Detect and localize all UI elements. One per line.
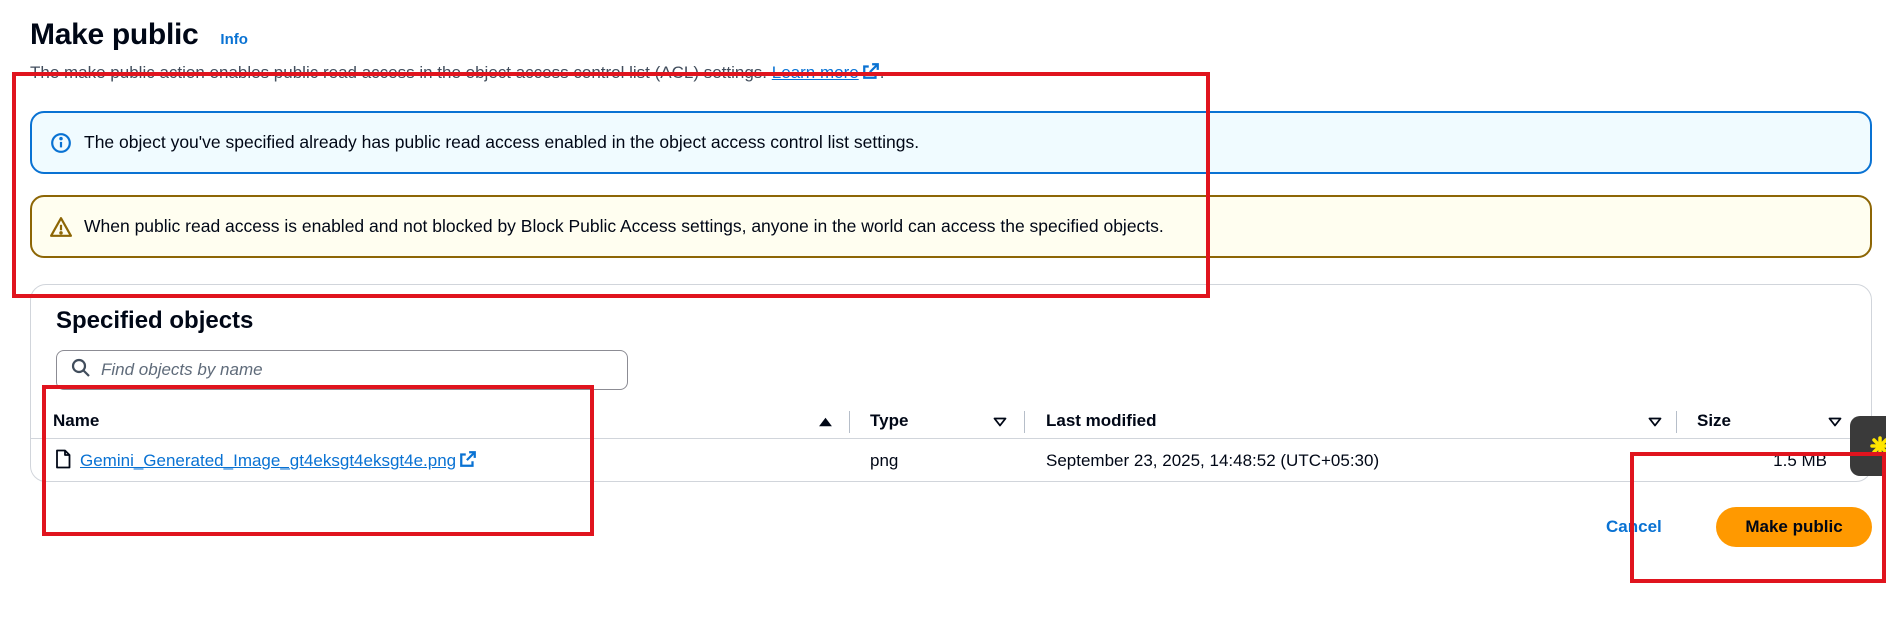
- info-circle-icon: [50, 132, 72, 154]
- object-name-link[interactable]: Gemini_Generated_Image_gt4eksgt4eksgt4e.…: [80, 451, 456, 471]
- description-text: The make public action enables public re…: [30, 63, 768, 82]
- external-link-icon: [862, 62, 880, 85]
- column-header-last-modified[interactable]: Last modified: [1046, 403, 1157, 439]
- table-row: Gemini_Generated_Image_gt4eksgt4eksgt4e.…: [31, 440, 1871, 481]
- column-separator[interactable]: [849, 411, 850, 433]
- cell-size: 1.5 MB: [1773, 451, 1827, 470]
- cancel-button[interactable]: Cancel: [1606, 512, 1662, 542]
- cell-last-modified: September 23, 2025, 14:48:52 (UTC+05:30): [1046, 451, 1380, 470]
- page-title: Make public: [30, 18, 199, 51]
- make-public-button[interactable]: Make public: [1716, 507, 1872, 547]
- column-header-name-label: Name: [53, 411, 100, 430]
- sort-caret-down-icon[interactable]: [1828, 415, 1842, 433]
- column-header-name[interactable]: Name: [53, 403, 99, 439]
- title-row: Make public Info: [30, 18, 248, 52]
- warning-alert: When public read access is enabled and n…: [30, 195, 1872, 258]
- warning-triangle-icon: [50, 216, 72, 238]
- file-icon: [55, 449, 71, 474]
- sort-caret-down-icon[interactable]: [1648, 415, 1662, 433]
- cell-type: png: [870, 451, 899, 470]
- column-header-type[interactable]: Type: [870, 403, 908, 439]
- sort-ascending-icon[interactable]: [818, 415, 833, 433]
- description-suffix: .: [879, 63, 885, 82]
- info-alert: The object you've specified already has …: [30, 111, 1872, 174]
- side-widget[interactable]: [1850, 416, 1886, 476]
- column-separator[interactable]: [1676, 411, 1677, 433]
- make-public-page: Make public Info The make public action …: [0, 0, 1886, 637]
- learn-more-label: Learn more: [771, 63, 859, 82]
- column-header-type-label: Type: [870, 411, 909, 430]
- sparkle-icon: [1850, 436, 1886, 476]
- section-title: Specified objects: [56, 307, 254, 334]
- annotation-box-alerts: [12, 72, 1210, 298]
- search-box[interactable]: [56, 350, 628, 390]
- sort-caret-down-icon[interactable]: [993, 415, 1007, 433]
- external-link-icon[interactable]: [459, 450, 477, 473]
- search-input[interactable]: [101, 360, 627, 380]
- learn-more-link[interactable]: Learn more: [772, 63, 880, 82]
- column-separator[interactable]: [1024, 411, 1025, 433]
- search-icon: [71, 358, 91, 383]
- info-alert-text: The object you've specified already has …: [84, 132, 920, 152]
- warning-alert-text: When public read access is enabled and n…: [84, 216, 1164, 236]
- info-link[interactable]: Info: [220, 31, 248, 48]
- page-description: The make public action enables public re…: [30, 62, 884, 85]
- table-header: Name Type Last modified Size: [31, 403, 1871, 439]
- column-header-size-label: Size: [1697, 411, 1732, 430]
- cell-name: Gemini_Generated_Image_gt4eksgt4eksgt4e.…: [55, 440, 477, 481]
- column-header-last-modified-label: Last modified: [1046, 411, 1157, 430]
- specified-objects-container: Specified objects Name Type Last modifie…: [30, 284, 1872, 482]
- column-header-size[interactable]: Size: [1697, 403, 1731, 439]
